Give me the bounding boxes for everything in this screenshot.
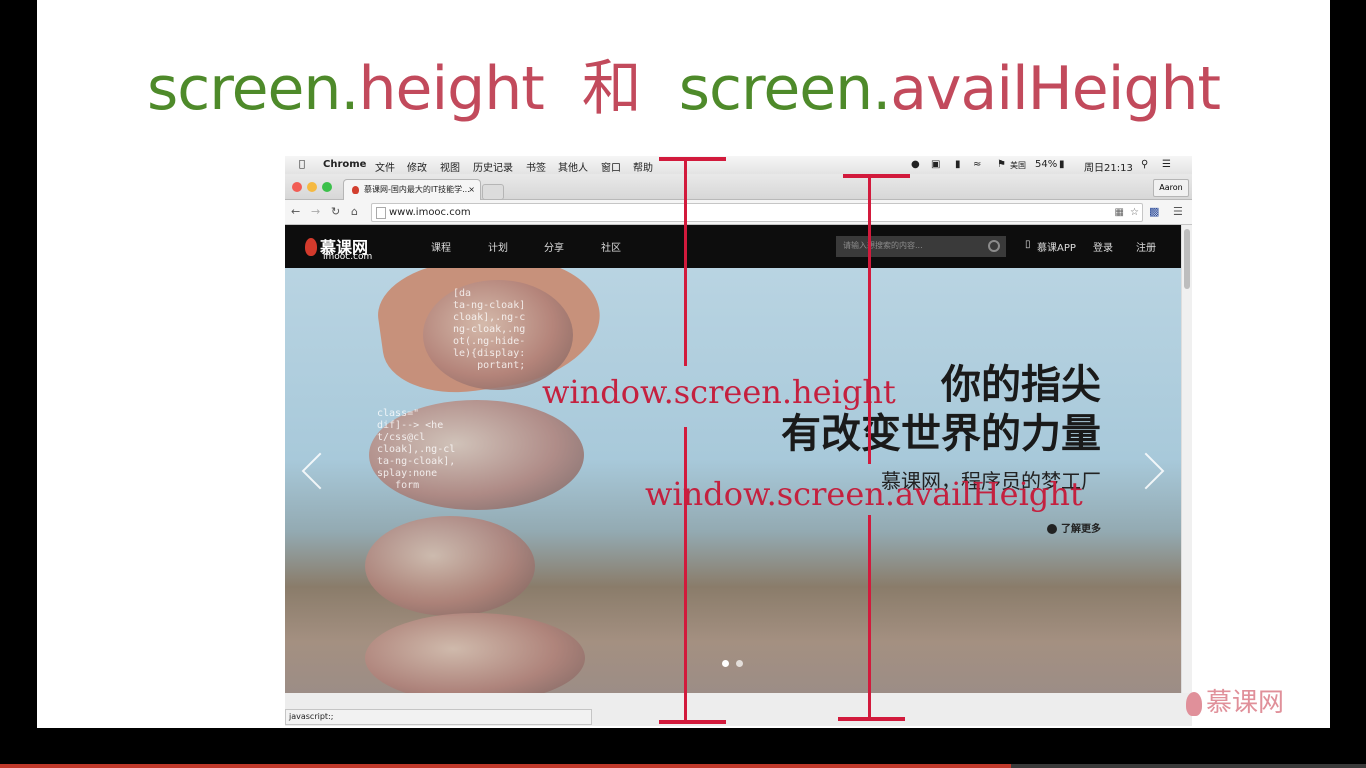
phone-icon: ▯	[1025, 239, 1031, 250]
screen-height-label: window.screen.height	[542, 373, 896, 411]
flame-icon	[305, 238, 317, 256]
carousel-dot-1[interactable]	[722, 660, 729, 667]
learn-more-link[interactable]: 了解更多	[1047, 520, 1101, 535]
zoom-window-button[interactable]	[322, 182, 332, 192]
minimize-window-button[interactable]	[307, 182, 317, 192]
search-icon[interactable]	[988, 240, 1000, 252]
profile-button[interactable]: Aaron	[1153, 179, 1189, 197]
status-bar: javascript:;	[285, 709, 592, 725]
camera-icon[interactable]: ▣	[931, 159, 940, 170]
extension-icon[interactable]: ▩	[1149, 205, 1159, 218]
nav-courses[interactable]: 课程	[431, 239, 451, 254]
title-avail-height: availHeight	[890, 54, 1221, 124]
flag-icon[interactable]: ⚑	[997, 159, 1006, 170]
back-icon[interactable]: ←	[291, 205, 300, 218]
cast-icon[interactable]: ▦	[1115, 204, 1124, 221]
battery-icon: ▮	[1059, 159, 1065, 170]
app-link[interactable]: 慕课APP	[1037, 239, 1076, 254]
title-screen-1: screen.	[146, 54, 360, 124]
notification-icon[interactable]: ☰	[1162, 159, 1171, 170]
home-icon[interactable]: ⌂	[351, 205, 358, 218]
watermark-text: 慕课网	[1206, 688, 1285, 718]
video-progress-bar[interactable]	[0, 764, 1366, 768]
title-height: height	[358, 54, 545, 124]
reload-icon[interactable]: ↻	[331, 205, 340, 218]
menu-chrome[interactable]: Chrome	[323, 159, 366, 170]
avail-top-marker	[843, 174, 910, 178]
screen-avail-height-label: window.screen.availHeight	[645, 475, 1083, 513]
url-text: www.imooc.com	[389, 207, 471, 218]
avail-bottom-marker	[838, 717, 905, 721]
mac-menubar:  Chrome 文件 修改 视图 历史记录 书签 其他人 窗口 帮助 ● ▣ …	[285, 156, 1192, 174]
login-link[interactable]: 登录	[1093, 239, 1113, 254]
bookmark-star-icon[interactable]: ☆	[1130, 204, 1139, 221]
code-texture: [da ta-ng-cloak] cloak],.ng-c ng-cloak,.…	[453, 288, 526, 371]
favicon-icon	[352, 186, 359, 194]
website: 慕课网 imooc.com 课程 计划 分享 社区 请输入想搜索的内容... ▯…	[285, 225, 1181, 693]
nav-share[interactable]: 分享	[544, 239, 564, 254]
video-progress-fill	[0, 764, 1011, 768]
height-line-upper	[684, 157, 687, 366]
search-placeholder: 请输入想搜索的内容...	[843, 241, 923, 250]
logo-domain: imooc.com	[323, 252, 373, 262]
qq-icon[interactable]: ●	[911, 159, 920, 170]
tab-strip: 慕课网-国内最大的IT技能学... × Aaron	[285, 174, 1192, 200]
chrome-menu-icon[interactable]: ☰	[1173, 205, 1183, 218]
menu-window[interactable]: 窗口	[601, 159, 621, 174]
battery-percent[interactable]: 54%	[1035, 159, 1057, 170]
title-screen-2: screen.	[678, 54, 892, 124]
learn-more-label: 了解更多	[1061, 524, 1101, 535]
stone-image	[365, 613, 585, 693]
address-bar[interactable]: www.imooc.com ▦ ☆	[371, 203, 1143, 222]
carousel-dot-2[interactable]	[736, 660, 743, 667]
apple-icon[interactable]: 	[299, 159, 305, 170]
flame-icon	[1186, 691, 1202, 716]
slide-title: screen.height 和 screen.availHeight	[37, 40, 1330, 127]
code-texture: class=" dif]--> <he t/css@cl cloak],.ng-…	[377, 408, 456, 491]
menu-edit[interactable]: 修改	[407, 159, 427, 174]
play-icon	[1047, 524, 1057, 534]
nav-plans[interactable]: 计划	[488, 239, 508, 254]
menu-bookmarks[interactable]: 书签	[526, 159, 546, 174]
page-icon	[376, 207, 386, 219]
tab-title: 慕课网-国内最大的IT技能学...	[364, 185, 470, 194]
title-connector: 和	[581, 54, 642, 124]
avail-line-upper	[868, 174, 871, 464]
input-source[interactable]: 美国	[1010, 160, 1026, 171]
height-top-marker	[659, 157, 726, 161]
avail-line-lower	[868, 515, 871, 720]
clock[interactable]: 周日21:13	[1084, 159, 1133, 174]
height-bottom-marker	[659, 720, 726, 724]
tab-imooc[interactable]: 慕课网-国内最大的IT技能学... ×	[343, 179, 481, 200]
carousel-next-icon[interactable]	[1127, 452, 1165, 490]
new-tab-button[interactable]	[482, 184, 504, 200]
scrollbar-thumb[interactable]	[1184, 229, 1190, 289]
menu-view[interactable]: 视图	[440, 159, 460, 174]
stone-image	[365, 516, 535, 616]
spotlight-icon[interactable]: ⚲	[1141, 159, 1148, 170]
nav-community[interactable]: 社区	[601, 239, 621, 254]
toolbar: ← → ↻ ⌂ www.imooc.com ▦ ☆ ▩ ☰	[285, 200, 1192, 225]
height-line-lower	[684, 427, 687, 723]
menu-history[interactable]: 历史记录	[473, 159, 513, 174]
page-scrollbar[interactable]	[1181, 225, 1192, 693]
menu-people[interactable]: 其他人	[558, 159, 588, 174]
browser-screenshot:  Chrome 文件 修改 视图 历史记录 书签 其他人 窗口 帮助 ● ▣ …	[285, 156, 1192, 726]
wifi-icon[interactable]: ≈	[973, 159, 981, 170]
register-link[interactable]: 注册	[1136, 239, 1156, 254]
tab-close-icon[interactable]: ×	[468, 180, 475, 200]
site-search-input[interactable]: 请输入想搜索的内容...	[836, 236, 1006, 257]
forward-icon[interactable]: →	[311, 205, 320, 218]
menu-help[interactable]: 帮助	[633, 159, 653, 174]
carousel-prev-icon[interactable]	[301, 452, 339, 490]
site-header: 慕课网 imooc.com 课程 计划 分享 社区 请输入想搜索的内容... ▯…	[285, 225, 1181, 268]
watermark: 慕课网	[1186, 682, 1284, 719]
lock-icon[interactable]: ▮	[955, 159, 961, 170]
close-window-button[interactable]	[292, 182, 302, 192]
menu-file[interactable]: 文件	[375, 159, 395, 174]
